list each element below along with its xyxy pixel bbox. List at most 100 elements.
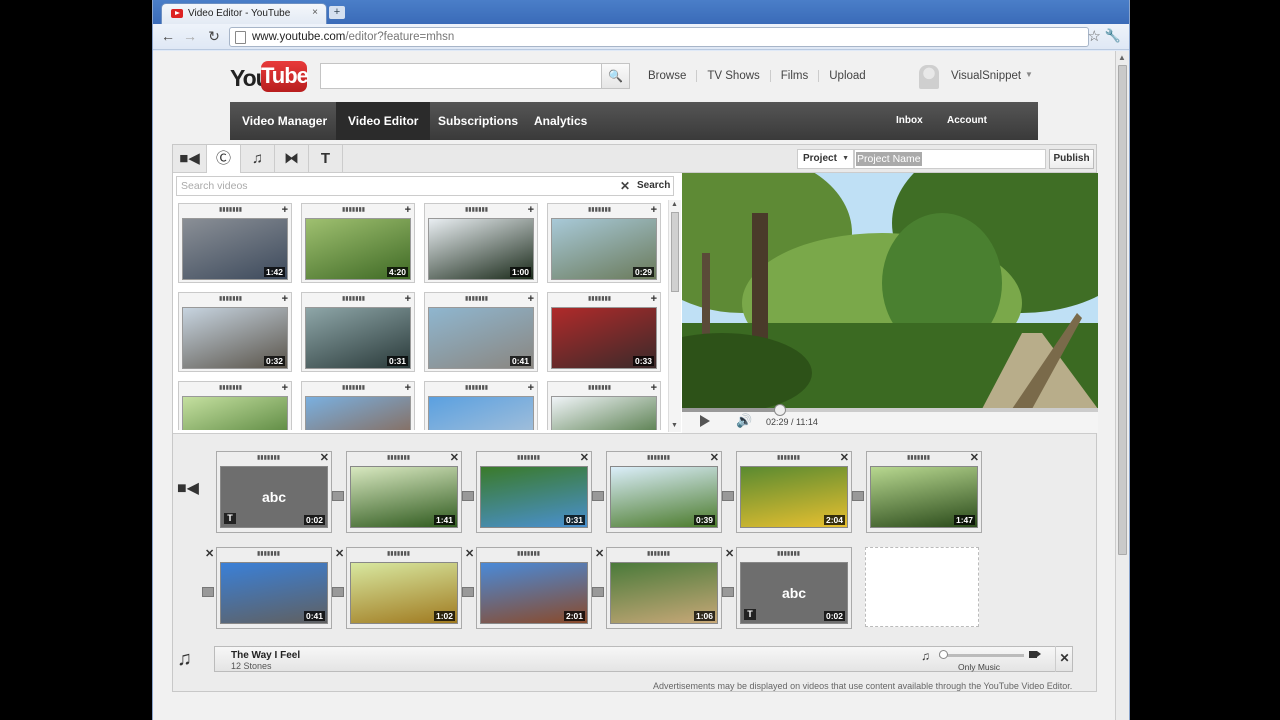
add-clip-icon[interactable]: + (405, 382, 411, 394)
drag-grip-icon[interactable]: ▮▮▮▮▮▮▮ (342, 295, 365, 302)
youtube-logo[interactable]: You Tube (230, 60, 309, 92)
remove-clip-icon[interactable]: ✕ (580, 451, 589, 464)
video-preview[interactable] (682, 173, 1098, 409)
timeline-video-clip[interactable]: ▮▮▮▮▮▮▮ ✕ 1:06 (595, 547, 722, 629)
library-video[interactable]: ▮▮▮▮▮▮▮ +0:31 (301, 292, 415, 372)
drag-grip-icon[interactable]: ▮▮▮▮▮▮▮ (387, 454, 410, 461)
transition-slot-icon[interactable] (332, 587, 344, 597)
reload-icon[interactable]: ↻ (205, 28, 223, 45)
page-scrollbar[interactable]: ▲ (1115, 51, 1129, 720)
drag-grip-icon[interactable]: ▮▮▮▮▮▮▮ (588, 295, 611, 302)
timeline-video-clip[interactable]: ▮▮▮▮▮▮▮ ✕ 1:41 (346, 451, 462, 533)
tab-captions[interactable]: Ⓒ (207, 145, 241, 173)
scroll-thumb[interactable] (671, 212, 679, 292)
timeline-video-clip[interactable]: ▮▮▮▮▮▮▮ ✕ 2:01 (465, 547, 592, 629)
nav-tv-shows[interactable]: TV Shows (696, 70, 769, 82)
nav-browse[interactable]: Browse (648, 70, 696, 82)
nav-analytics[interactable]: Analytics (522, 102, 599, 140)
add-clip-icon[interactable]: + (282, 204, 288, 216)
remove-clip-icon[interactable]: ✕ (840, 451, 849, 464)
timeline-video-clip[interactable]: ▮▮▮▮▮▮▮ ✕ 0:41 (205, 547, 332, 629)
drag-grip-icon[interactable]: ▮▮▮▮▮▮▮ (219, 295, 242, 302)
timeline-video-clip[interactable]: ▮▮▮▮▮▮▮ ✕ 1:02 (335, 547, 462, 629)
project-dropdown[interactable]: Project ▼ (797, 149, 854, 169)
scroll-up-icon[interactable]: ▲ (671, 201, 678, 208)
drag-grip-icon[interactable]: ▮▮▮▮▮▮▮ (588, 384, 611, 391)
nav-video-manager[interactable]: Video Manager (230, 102, 339, 140)
publish-button[interactable]: Publish (1049, 149, 1094, 169)
drag-grip-icon[interactable]: ▮▮▮▮▮▮▮ (219, 384, 242, 391)
remove-clip-icon[interactable]: ✕ (465, 547, 474, 560)
drag-grip-icon[interactable]: ▮▮▮▮▮▮▮ (465, 206, 488, 213)
timeline-video-clip[interactable]: ▮▮▮▮▮▮▮ ✕ 0:39 (606, 451, 722, 533)
bookmark-star-icon[interactable]: ☆ (1088, 27, 1101, 45)
wrench-menu-icon[interactable]: 🔧 (1105, 28, 1121, 44)
timeline-video-clip[interactable]: ▮▮▮▮▮▮▮ ✕ 2:04 (736, 451, 852, 533)
drag-grip-icon[interactable]: ▮▮▮▮▮▮▮ (257, 550, 280, 557)
volume-icon[interactable]: 🔊 (736, 413, 752, 429)
tab-close-icon[interactable]: × (312, 7, 318, 18)
youtube-search-input[interactable] (320, 63, 602, 89)
transition-slot-icon[interactable] (722, 491, 734, 501)
library-video[interactable]: ▮▮▮▮▮▮▮ + (424, 381, 538, 430)
remove-clip-icon[interactable]: ✕ (970, 451, 979, 464)
drag-grip-icon[interactable]: ▮▮▮▮▮▮▮ (465, 384, 488, 391)
drag-grip-icon[interactable]: ▮▮▮▮▮▮▮ (517, 454, 540, 461)
drag-grip-icon[interactable]: ▮▮▮▮▮▮▮ (387, 550, 410, 557)
scroll-up-icon[interactable]: ▲ (1118, 53, 1126, 62)
youtube-search-button[interactable]: 🔍 (601, 63, 630, 89)
drag-grip-icon[interactable]: ▮▮▮▮▮▮▮ (777, 454, 800, 461)
library-video[interactable]: ▮▮▮▮▮▮▮ +1:00 (424, 203, 538, 283)
remove-clip-icon[interactable]: ✕ (320, 451, 329, 464)
nav-films[interactable]: Films (769, 70, 818, 82)
transition-slot-icon[interactable] (852, 491, 864, 501)
add-clip-icon[interactable]: + (405, 293, 411, 305)
drag-grip-icon[interactable]: ▮▮▮▮▮▮▮ (777, 550, 800, 557)
add-clip-icon[interactable]: + (528, 293, 534, 305)
library-video[interactable]: ▮▮▮▮▮▮▮ +4:20 (301, 203, 415, 283)
add-clip-icon[interactable]: + (528, 204, 534, 216)
tab-audio[interactable]: ♫ (241, 145, 275, 172)
drag-grip-icon[interactable]: ▮▮▮▮▮▮▮ (257, 454, 280, 461)
page-scroll-thumb[interactable] (1118, 65, 1127, 555)
clip-drop-zone[interactable] (865, 547, 979, 627)
nav-inbox[interactable]: Inbox (884, 102, 935, 140)
add-clip-icon[interactable]: + (651, 293, 657, 305)
play-icon[interactable] (700, 415, 710, 427)
remove-clip-icon[interactable]: ✕ (450, 451, 459, 464)
library-video[interactable]: ▮▮▮▮▮▮▮ +0:29 (547, 203, 661, 283)
remove-clip-icon[interactable]: ✕ (725, 547, 734, 560)
timeline-video-clip[interactable]: ▮▮▮▮▮▮▮ ✕ 1:47 (866, 451, 982, 533)
clear-search-icon[interactable]: ✕ (620, 179, 630, 193)
library-video[interactable]: ▮▮▮▮▮▮▮ + (178, 381, 292, 430)
add-clip-icon[interactable]: + (282, 293, 288, 305)
add-clip-icon[interactable]: + (651, 382, 657, 394)
browser-tab[interactable]: Video Editor - YouTube × (161, 3, 327, 24)
library-video[interactable]: ▮▮▮▮▮▮▮ +0:41 (424, 292, 538, 372)
back-arrow-icon[interactable]: ← (159, 28, 177, 44)
drag-grip-icon[interactable]: ▮▮▮▮▮▮▮ (517, 550, 540, 557)
remove-clip-icon[interactable]: ✕ (710, 451, 719, 464)
drag-grip-icon[interactable]: ▮▮▮▮▮▮▮ (647, 550, 670, 557)
library-video[interactable]: ▮▮▮▮▮▮▮ +1:42 (178, 203, 292, 283)
drag-grip-icon[interactable]: ▮▮▮▮▮▮▮ (219, 206, 242, 213)
library-video[interactable]: ▮▮▮▮▮▮▮ + (547, 381, 661, 430)
nav-video-editor[interactable]: Video Editor (336, 102, 431, 140)
video-search-input[interactable]: Search videos ✕ Search (176, 176, 674, 196)
transition-slot-icon[interactable] (592, 587, 604, 597)
progress-knob[interactable] (773, 404, 786, 416)
scroll-down-icon[interactable]: ▼ (671, 422, 678, 429)
progress-bar[interactable] (682, 408, 1098, 412)
transition-slot-icon[interactable] (332, 491, 344, 501)
timeline-title-clip[interactable]: ▮▮▮▮▮▮▮ ✕ abc T 0:02 (725, 547, 852, 629)
transition-slot-icon[interactable] (462, 491, 474, 501)
tab-transitions[interactable]: ⧓ (275, 145, 309, 172)
add-clip-icon[interactable]: + (528, 382, 534, 394)
audio-track[interactable]: The Way I Feel 12 Stones ♫ Only Music (214, 646, 1073, 672)
audio-mix-knob[interactable] (939, 650, 948, 659)
nav-subscriptions[interactable]: Subscriptions (426, 102, 530, 140)
drag-grip-icon[interactable]: ▮▮▮▮▮▮▮ (907, 454, 930, 461)
audio-mix-slider[interactable] (939, 654, 1024, 657)
timeline-title-clip[interactable]: ▮▮▮▮▮▮▮ ✕ abc T 0:02 (216, 451, 332, 533)
tab-text[interactable]: T (309, 145, 343, 172)
